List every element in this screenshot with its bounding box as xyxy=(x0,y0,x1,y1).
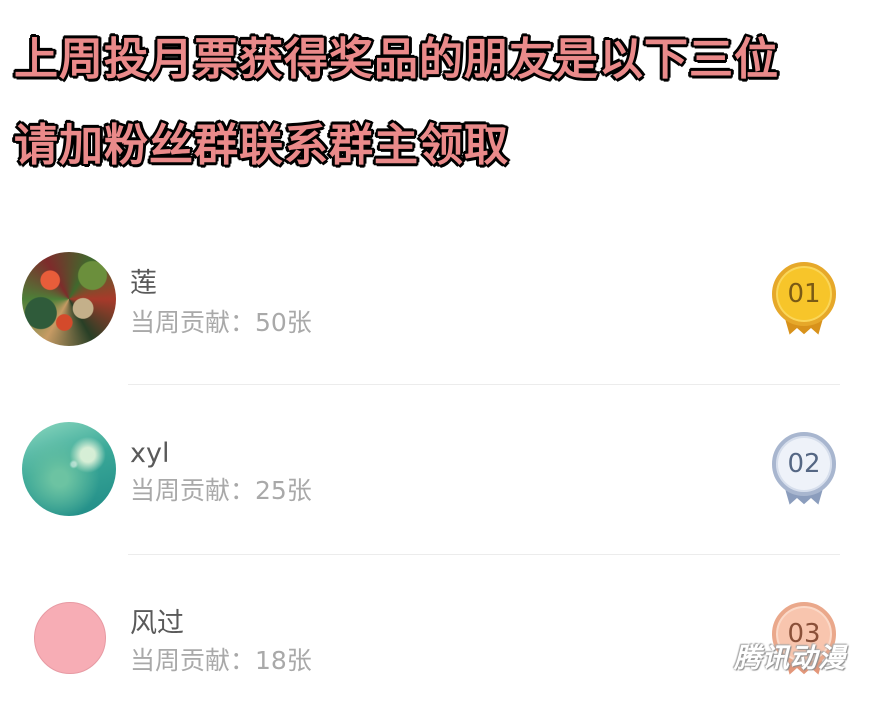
user-name: 莲 xyxy=(130,268,157,299)
silver-medal-icon: 02 xyxy=(770,432,838,508)
divider xyxy=(128,384,840,385)
avatar[interactable] xyxy=(22,252,116,346)
avatar[interactable] xyxy=(34,602,106,674)
rank-number: 01 xyxy=(772,262,836,326)
user-name: 风过 xyxy=(130,608,184,639)
weekly-contribution: 当周贡献：18张 xyxy=(130,646,312,675)
ranking-row[interactable]: xyl 当周贡献：25张 02 xyxy=(0,422,880,532)
headline-line-1: 上周投月票获得奖品的朋友是以下三位 xyxy=(14,34,779,85)
watermark-logo: 腾讯动漫 xyxy=(734,642,846,674)
headline-line-2: 请加粉丝群联系群主领取 xyxy=(14,120,509,171)
gold-medal-icon: 01 xyxy=(770,262,838,338)
ranking-row[interactable]: 莲 当周贡献：50张 01 xyxy=(0,252,880,362)
user-name: xyl xyxy=(130,438,170,469)
weekly-contribution: 当周贡献：50张 xyxy=(130,308,312,337)
weekly-contribution: 当周贡献：25张 xyxy=(130,476,312,505)
rank-number: 02 xyxy=(772,432,836,496)
divider xyxy=(128,554,840,555)
avatar[interactable] xyxy=(22,422,116,516)
